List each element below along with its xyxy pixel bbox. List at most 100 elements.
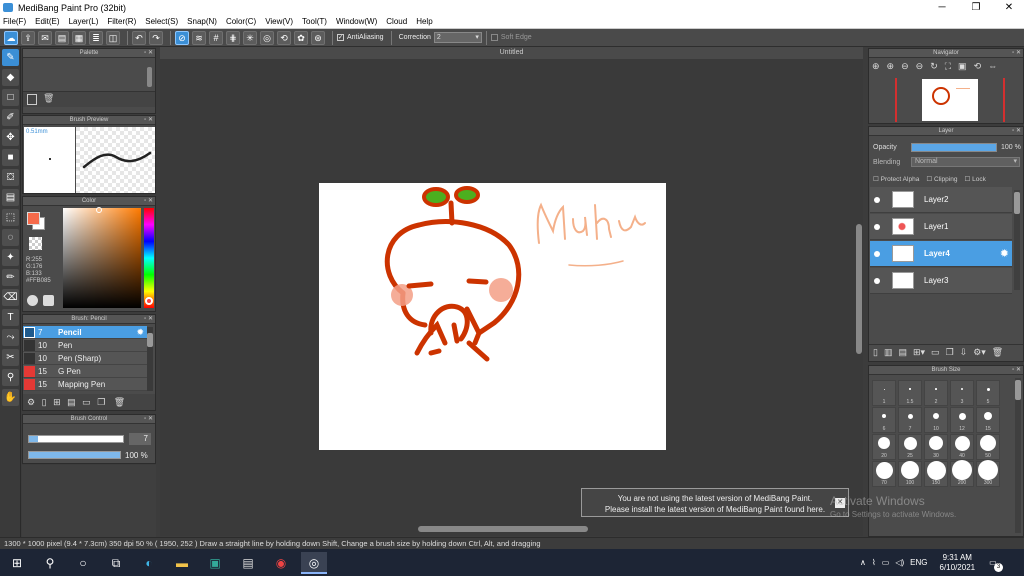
comment-icon[interactable]: ✉ [38, 30, 52, 45]
page-icon[interactable]: ◫ [106, 30, 120, 45]
redo-icon[interactable]: ↷ [149, 30, 163, 45]
brush-item-g-pen[interactable]: 15 G Pen [23, 365, 147, 378]
layer-row[interactable]: Layer2 [870, 187, 1012, 213]
color-picker-cursor[interactable] [96, 207, 102, 213]
color-wheel-icon[interactable] [27, 295, 38, 306]
brush-scrollbar[interactable] [147, 327, 153, 391]
brush-tool-icon[interactable]: ✎ [2, 49, 19, 66]
foreground-color-swatch[interactable] [27, 212, 40, 225]
visibility-icon[interactable] [874, 223, 880, 230]
add-brush-icon[interactable]: ⊞ [53, 397, 61, 407]
eraser-tool-icon[interactable]: ◆ [2, 69, 19, 86]
new-brush-icon[interactable]: ▯ [42, 397, 47, 407]
merge-layer-icon[interactable]: ⇩ [960, 347, 968, 358]
menu-color[interactable]: Color(C) [226, 17, 256, 26]
canvas-tab[interactable]: Untitled [160, 47, 863, 59]
snap-off-icon[interactable]: ⊘ [175, 30, 189, 45]
visibility-icon[interactable] [874, 196, 880, 203]
zoom-out-alt-icon[interactable]: ⊖ [916, 61, 924, 72]
layer-row[interactable]: Layer1 [870, 214, 1012, 240]
brush-item-mapping-pen[interactable]: 15 Mapping Pen [23, 378, 147, 391]
snap-curve-icon[interactable]: ⟲ [277, 30, 291, 45]
panel-close-icon[interactable]: ▫ ✕ [144, 315, 153, 324]
new-halftone-layer-icon[interactable]: ▥ [884, 347, 893, 358]
menu-file[interactable]: File(F) [3, 17, 26, 26]
task-view-icon[interactable]: ⧉ [103, 552, 129, 574]
brush-scroll-thumb[interactable] [147, 333, 153, 347]
brush-copy-icon[interactable]: ❐ [97, 397, 105, 407]
new-layer-icon[interactable]: ▯ [873, 347, 878, 358]
gear-icon[interactable]: ✹ [136, 327, 144, 338]
panel-close-icon[interactable]: ▫ ✕ [144, 116, 153, 125]
menu-window[interactable]: Window(W) [336, 17, 377, 26]
gradient-tool-icon[interactable]: ▤ [2, 189, 19, 206]
maximize-icon[interactable]: ❐ [959, 0, 993, 15]
transparent-color-swatch[interactable] [29, 237, 42, 250]
lock-checkbox[interactable]: ☐ Lock [964, 175, 985, 183]
zoom-in-alt-icon[interactable]: ⊕ [887, 61, 895, 72]
brush-size-slider[interactable] [28, 435, 124, 443]
menu-layer[interactable]: Layer(L) [69, 17, 99, 26]
cloud-icon[interactable]: ☁ [4, 30, 18, 45]
operation-tool-icon[interactable]: ⤳ [2, 329, 19, 346]
eyedropper-tool-icon[interactable]: ⚲ [2, 369, 19, 386]
brush-item-pencil[interactable]: 7 Pencil ✹ [23, 326, 147, 339]
fit-screen-icon[interactable]: ⛶ [945, 61, 951, 72]
layer-scrollbar[interactable] [1014, 190, 1020, 290]
menu-snap[interactable]: Snap(N) [187, 17, 217, 26]
battery-icon[interactable]: ▭ [882, 558, 890, 567]
panel-close-icon[interactable]: ▫ ✕ [1012, 127, 1021, 136]
brush-item-pen-sharp[interactable]: 10 Pen (Sharp) [23, 352, 147, 365]
chrome-icon[interactable]: ◉ [268, 552, 294, 574]
network-icon[interactable]: ⌇ [872, 558, 876, 567]
delete-palette-icon[interactable]: 🗑 [43, 93, 54, 104]
hue-slider-handle[interactable] [145, 297, 153, 305]
magic-wand-tool-icon[interactable]: ✦ [2, 249, 19, 266]
brush-item-pen[interactable]: 10 Pen [23, 339, 147, 352]
undo-icon[interactable]: ↶ [132, 30, 146, 45]
reset-icon[interactable]: ⟲ [974, 61, 982, 72]
layer-row[interactable]: Layer3 [870, 268, 1012, 294]
minimize-icon[interactable]: ─ [925, 0, 959, 15]
text-tool-icon[interactable]: T [2, 309, 19, 326]
select-tool-icon[interactable]: ⬚ [2, 209, 19, 226]
layer-opacity-slider[interactable] [911, 143, 997, 152]
flip-icon[interactable]: ⇔ [988, 61, 997, 71]
medibang-taskbar-icon[interactable]: ◎ [301, 551, 327, 574]
snap-circle-icon[interactable]: ◎ [260, 30, 274, 45]
canvas-vertical-scrollbar[interactable] [856, 224, 862, 354]
menu-tool[interactable]: Tool(T) [302, 17, 327, 26]
snap-parallel-icon[interactable]: ≋ [192, 30, 206, 45]
bucket-tool-icon[interactable]: ⛋ [2, 169, 19, 186]
clipping-checkbox[interactable]: ☐ Clipping [926, 175, 957, 183]
rotate-icon[interactable]: ↻ [930, 61, 938, 72]
hand-tool-icon[interactable]: ✋ [2, 389, 19, 406]
gear-icon[interactable]: ✹ [1000, 247, 1009, 260]
panel-close-icon[interactable]: ▫ ✕ [1012, 49, 1021, 58]
layer-folder-icon[interactable]: ▭ [931, 347, 940, 358]
color-history-icon[interactable] [43, 295, 54, 306]
brush-size-scroll-thumb[interactable] [1015, 380, 1021, 400]
list-icon[interactable]: ≣ [89, 30, 103, 45]
delete-layer-icon[interactable]: 🗑 [992, 347, 1003, 358]
new-palette-icon[interactable] [27, 94, 37, 105]
brush-folder-icon[interactable]: ▭ [82, 397, 91, 407]
brush-doc-icon[interactable]: ▤ [67, 397, 76, 407]
store-icon[interactable]: ▤ [235, 552, 261, 574]
menu-edit[interactable]: Edit(E) [35, 17, 59, 26]
brush-opacity-slider[interactable] [28, 451, 121, 459]
panel-close-icon[interactable]: ▫ ✕ [144, 49, 153, 58]
snap-settings-icon[interactable]: ✿ [294, 30, 308, 45]
volume-icon[interactable]: ◁) [895, 558, 904, 567]
delete-brush-icon[interactable]: 🗑 [114, 397, 125, 407]
hue-slider[interactable] [144, 208, 154, 308]
update-notice[interactable]: You are not using the latest version of … [581, 488, 849, 517]
canvas-paper[interactable] [319, 183, 666, 450]
menu-help[interactable]: Help [416, 17, 432, 26]
snap-grid-icon[interactable]: # [209, 30, 223, 45]
blending-select[interactable]: Normal ▾ [911, 157, 1020, 167]
new-color-layer-icon[interactable]: ▤ [898, 347, 907, 358]
panel-close-icon[interactable]: ▫ ✕ [144, 197, 153, 206]
protect-alpha-checkbox[interactable]: ☐ Protect Alpha [873, 175, 919, 183]
divide-tool-icon[interactable]: ✂ [2, 349, 19, 366]
